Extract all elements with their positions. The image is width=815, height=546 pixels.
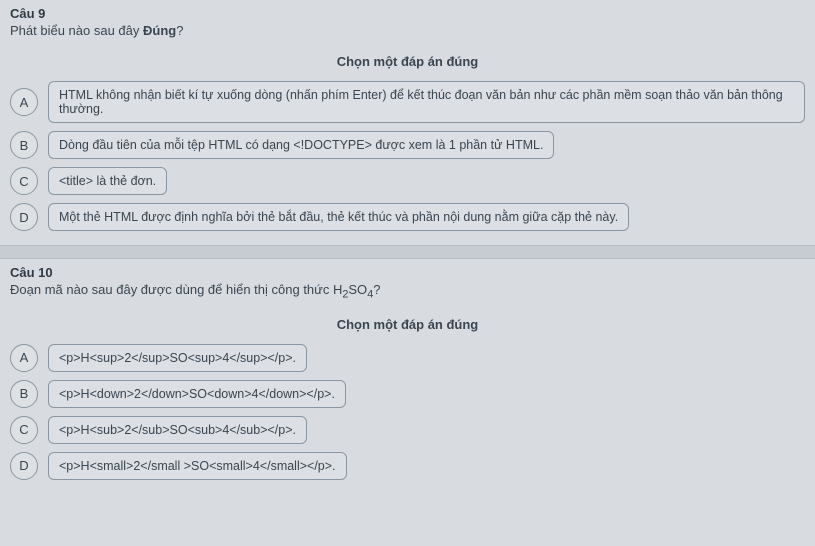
question-header: Câu 10 Đoạn mã nào sau đây được dùng để … — [10, 265, 805, 301]
question-number: Câu 10 — [10, 265, 805, 280]
option-row: A HTML không nhận biết kí tự xuống dòng … — [10, 81, 805, 123]
option-text-c[interactable]: <title> là thẻ đơn. — [48, 167, 167, 195]
option-letter-a[interactable]: A — [10, 88, 38, 116]
question-prompt: Đoạn mã nào sau đây được dùng để hiển th… — [10, 282, 805, 301]
option-row: C <title> là thẻ đơn. — [10, 167, 805, 195]
option-row: C <p>H<sub>2</sub>SO<sub>4</sub></p>. — [10, 416, 805, 444]
instruction-text: Chọn một đáp án đúng — [10, 54, 805, 69]
option-row: D Một thẻ HTML được định nghĩa bởi thẻ b… — [10, 203, 805, 231]
instruction-text: Chọn một đáp án đúng — [10, 317, 805, 332]
option-text-d[interactable]: Một thẻ HTML được định nghĩa bởi thẻ bắt… — [48, 203, 629, 231]
option-letter-b[interactable]: B — [10, 380, 38, 408]
option-row: D <p>H<small>2</small >SO<small>4</small… — [10, 452, 805, 480]
option-letter-a[interactable]: A — [10, 344, 38, 372]
question-prompt: Phát biểu nào sau đây Đúng? — [10, 23, 805, 38]
option-text-d[interactable]: <p>H<small>2</small >SO<small>4</small><… — [48, 452, 347, 480]
options-list: A <p>H<sup>2</sup>SO<sup>4</sup></p>. B … — [10, 344, 805, 480]
question-block: Câu 10 Đoạn mã nào sau đây được dùng để … — [0, 259, 815, 494]
option-text-b[interactable]: <p>H<down>2</down>SO<down>4</down></p>. — [48, 380, 346, 408]
option-text-b[interactable]: Dòng đầu tiên của mỗi tệp HTML có dạng <… — [48, 131, 554, 159]
option-letter-d[interactable]: D — [10, 203, 38, 231]
option-row: B Dòng đầu tiên của mỗi tệp HTML có dạng… — [10, 131, 805, 159]
option-letter-c[interactable]: C — [10, 416, 38, 444]
option-text-c[interactable]: <p>H<sub>2</sub>SO<sub>4</sub></p>. — [48, 416, 307, 444]
option-letter-c[interactable]: C — [10, 167, 38, 195]
question-header: Câu 9 Phát biểu nào sau đây Đúng? — [10, 6, 805, 38]
option-letter-b[interactable]: B — [10, 131, 38, 159]
question-block: Câu 9 Phát biểu nào sau đây Đúng? Chọn m… — [0, 0, 815, 245]
question-number: Câu 9 — [10, 6, 805, 21]
options-list: A HTML không nhận biết kí tự xuống dòng … — [10, 81, 805, 231]
option-letter-d[interactable]: D — [10, 452, 38, 480]
option-row: B <p>H<down>2</down>SO<down>4</down></p>… — [10, 380, 805, 408]
question-divider — [0, 245, 815, 259]
option-text-a[interactable]: <p>H<sup>2</sup>SO<sup>4</sup></p>. — [48, 344, 307, 372]
option-row: A <p>H<sup>2</sup>SO<sup>4</sup></p>. — [10, 344, 805, 372]
option-text-a[interactable]: HTML không nhận biết kí tự xuống dòng (n… — [48, 81, 805, 123]
